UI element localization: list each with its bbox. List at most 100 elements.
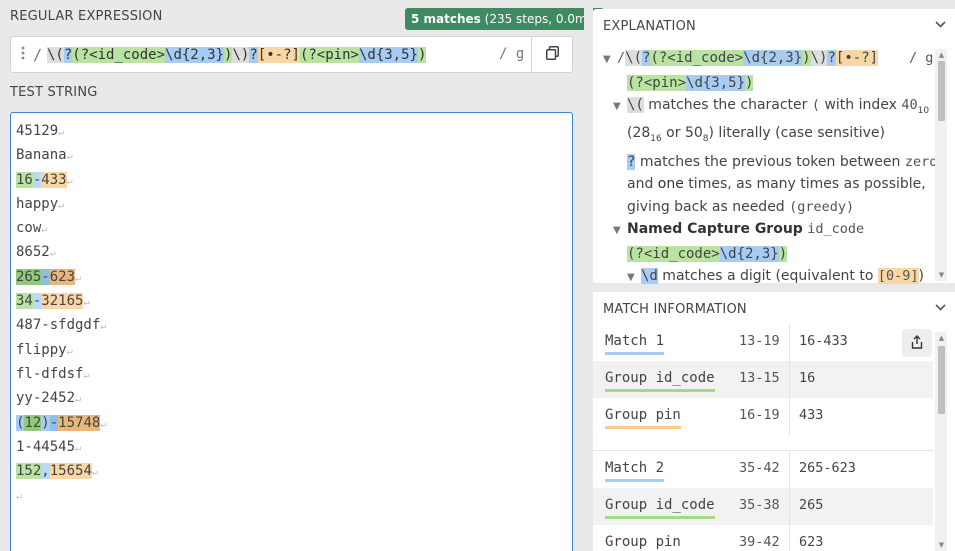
regex-flags[interactable]: / g xyxy=(499,46,524,62)
regex-token[interactable]: ? xyxy=(283,47,292,63)
match-info-range: 35-42 xyxy=(739,460,780,476)
newline-marker-icon: ↵ xyxy=(66,175,73,187)
match-info-scrollbar[interactable]: ▲ ▼ xyxy=(935,332,947,551)
panel-resize-divider[interactable] xyxy=(584,0,593,551)
match-info-row: Match 1 13-19 16-433 xyxy=(593,324,933,361)
regex-token[interactable]: ? xyxy=(249,47,258,63)
regex-token[interactable]: \d{2,3} xyxy=(743,50,803,66)
newline-marker-icon: ↵ xyxy=(75,394,82,406)
regex-editor-panel: REGULAR EXPRESSION 5 matches (235 steps,… xyxy=(0,0,604,551)
explanation-item-quantifier-cont2: giving back as needed (greedy) xyxy=(627,198,855,215)
regex-token[interactable]: [•-?] xyxy=(835,50,879,66)
match-info-row: Match 2 35-42 265-623 xyxy=(593,451,933,488)
test-string-line: 152,15654↵ xyxy=(16,459,567,483)
regex-token[interactable]: (?<pin> xyxy=(299,47,359,63)
export-matches-button[interactable] xyxy=(902,329,932,357)
explanation-item-named-group[interactable]: ▼ Named Capture Group id_code xyxy=(603,218,933,243)
explanation-pattern-line2: (?<pin>\d{3,5}) xyxy=(627,74,754,91)
test-string-line: 487-sfdgdf↵ xyxy=(16,313,567,337)
regex-token[interactable]: ] xyxy=(291,47,300,63)
regex-token[interactable]: (?<id_code> xyxy=(650,50,744,66)
test-string-line: 16-433↵ xyxy=(16,168,567,192)
test-string-line: 45129↵ xyxy=(16,119,567,143)
regex-token[interactable]: \d xyxy=(165,47,182,63)
newline-marker-icon: ↵ xyxy=(91,467,98,479)
copy-regex-button[interactable] xyxy=(531,37,573,72)
test-text: 1-44545 xyxy=(16,438,76,455)
match-highlight: ) xyxy=(41,414,50,431)
regex-token[interactable]: \) xyxy=(810,50,828,66)
column-divider xyxy=(789,488,790,525)
match-information-panel: MATCH INFORMATION Match 1 13-19 16-433 Grou… xyxy=(593,292,955,551)
match-highlight: 265 xyxy=(16,268,42,285)
explanation-scrollbar[interactable]: ▲ ▼ xyxy=(935,49,947,281)
test-text: happy xyxy=(16,195,59,212)
match-highlight: 623 xyxy=(49,268,76,285)
newline-marker-icon: ↵ xyxy=(58,127,65,138)
regex-token[interactable]: ) xyxy=(417,47,427,63)
explanation-item-escape-paren[interactable]: ▼ \( matches the character ( with index 4… xyxy=(603,94,933,122)
test-string-section-title: TEST STRING xyxy=(10,85,98,100)
scroll-down-arrow-icon[interactable]: ▼ xyxy=(937,271,946,279)
match-count-detail: (235 steps, 0.0ms) xyxy=(484,12,598,26)
collapse-triangle-icon[interactable]: ▼ xyxy=(627,267,641,290)
newline-marker-icon: ↵ xyxy=(83,369,90,381)
collapse-explanation-chevron-icon[interactable] xyxy=(935,21,946,31)
match-info-range: 13-15 xyxy=(739,370,780,386)
match-info-label: Group pin xyxy=(605,407,681,429)
scroll-down-arrow-icon[interactable]: ▼ xyxy=(937,541,946,549)
match-highlight: 12 xyxy=(24,414,42,431)
regex-token[interactable]: \d xyxy=(358,47,376,63)
test-text: cow xyxy=(16,220,42,237)
collapse-triangle-icon[interactable]: ▼ xyxy=(613,96,627,119)
match-information-table: Match 1 13-19 16-433 Group id_code 13-15 16 Gr… xyxy=(593,324,933,551)
match-highlight: 152 xyxy=(16,463,42,480)
test-text: fl-dfdsf xyxy=(16,365,84,382)
match-info-row: Group id_code 35-38 265 xyxy=(593,488,933,525)
match-info-row: Group pin 39-42 623 xyxy=(593,525,933,551)
regex-token[interactable]: [ xyxy=(257,47,267,63)
test-text: 45129 xyxy=(16,123,59,139)
regex-input-box[interactable]: / \(?(?<id_code>\d{2,3})\)?[•-?](?<pin>\… xyxy=(10,36,573,73)
test-string-line: happy↵ xyxy=(16,192,567,216)
regex-token[interactable]: ) xyxy=(802,50,811,66)
newline-marker-icon: ↵ xyxy=(49,248,56,260)
match-info-label: Match 1 xyxy=(605,333,665,355)
explanation-root-row[interactable]: ▼/\(?(?<id_code>\d{2,3})\)?[•-?] / g xyxy=(603,47,933,72)
newline-marker-icon: ↵ xyxy=(83,297,90,309)
collapse-triangle-icon[interactable]: ▼ xyxy=(603,49,617,72)
scroll-up-arrow-icon[interactable]: ▲ xyxy=(937,51,946,59)
regex-token[interactable]: {3,5} xyxy=(375,47,418,63)
explanation-item-quantifier-cont: and one times, as many times as possible… xyxy=(627,176,926,193)
regex-token[interactable]: {2,3} xyxy=(181,47,225,63)
test-string-textarea[interactable]: 45129↵ Banana↵ 16-433↵ happy↵ cow↵ 8652↵ 265-6… xyxy=(10,112,573,551)
explanation-item-digit[interactable]: ▼ \d matches a digit (equivalent to [0-9]… xyxy=(603,265,933,290)
match-info-value: 623 xyxy=(799,534,824,550)
match-info-scroll-thumb[interactable] xyxy=(938,346,945,414)
match-info-range: 35-38 xyxy=(739,497,780,513)
regex-token[interactable]: \( xyxy=(47,47,64,63)
explanation-tree: ▼/\(?(?<id_code>\d{2,3})\)?[•-?] / g (?<… xyxy=(603,47,937,290)
match-info-value: 16-433 xyxy=(799,333,848,349)
regex-token[interactable]: ? xyxy=(827,50,836,66)
regex-pattern-input[interactable]: \(?(?<id_code>\d{2,3})\)?[•-?](?<pin>\d{… xyxy=(47,45,427,65)
regex-token[interactable]: \( xyxy=(625,50,642,66)
column-divider xyxy=(789,525,790,551)
match-info-range: 16-19 xyxy=(739,407,780,423)
collapse-triangle-icon[interactable]: ▼ xyxy=(613,220,627,243)
scroll-up-arrow-icon[interactable]: ▲ xyxy=(937,334,946,342)
match-info-label: Group id_code xyxy=(605,370,715,392)
regex-token[interactable]: ) xyxy=(745,74,754,91)
explanation-scroll-thumb[interactable] xyxy=(938,61,945,121)
drag-handle-icon[interactable] xyxy=(21,46,31,64)
regex-token[interactable]: \d{3,5} xyxy=(686,74,746,91)
regex-token[interactable]: \) xyxy=(232,47,250,63)
match-highlight: 15748 xyxy=(58,414,101,431)
collapse-match-info-chevron-icon[interactable] xyxy=(935,304,946,314)
regex-token[interactable]: (?<pin> xyxy=(627,74,687,91)
match-highlight: - xyxy=(49,414,59,431)
regex-token[interactable]: (?<id_code> xyxy=(72,47,166,63)
regex-token[interactable]: - xyxy=(274,47,284,63)
match-count-bold: 5 matches xyxy=(411,12,481,26)
regex-token[interactable]: • xyxy=(266,47,275,63)
